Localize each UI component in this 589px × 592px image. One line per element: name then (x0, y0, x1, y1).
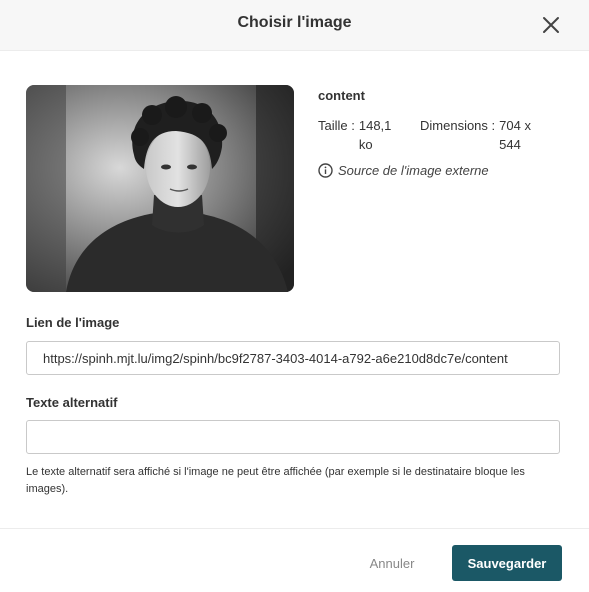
alt-text-label: Texte alternatif (26, 395, 118, 410)
size-value: 148,1 ko (358, 118, 392, 152)
dialog-header: Choisir l'image (0, 0, 589, 51)
image-preview (26, 85, 294, 292)
footer-divider (0, 528, 589, 529)
size-label: Taille : (318, 118, 355, 133)
image-name: content (318, 88, 365, 103)
image-dimensions: Dimensions : 704 x 544 (420, 116, 548, 154)
close-button[interactable] (538, 12, 564, 38)
dimensions-value: 704 x 544 (499, 118, 531, 152)
dimensions-label: Dimensions : (420, 118, 496, 133)
save-button[interactable]: Sauvegarder (452, 545, 562, 581)
alt-text-input[interactable] (26, 420, 560, 454)
close-icon (543, 17, 559, 33)
alt-text-help: Le texte alternatif sera affiché si l'im… (26, 466, 525, 495)
image-link-input[interactable] (26, 341, 560, 375)
choose-image-dialog: Choisir l'image content Taille: 148,1 k… (0, 0, 589, 592)
source-text: Source de l'image externe (338, 163, 489, 178)
image-size: Taille : 148,1 ko (318, 116, 400, 154)
cancel-button[interactable]: Annuler (356, 545, 428, 581)
portrait-photo (26, 85, 294, 292)
dialog-title: Choisir l'image (237, 14, 352, 31)
info-icon (318, 163, 333, 178)
link-label: Lien de l'image (26, 315, 120, 330)
external-source-link[interactable]: Source de l'image externe (318, 163, 489, 178)
